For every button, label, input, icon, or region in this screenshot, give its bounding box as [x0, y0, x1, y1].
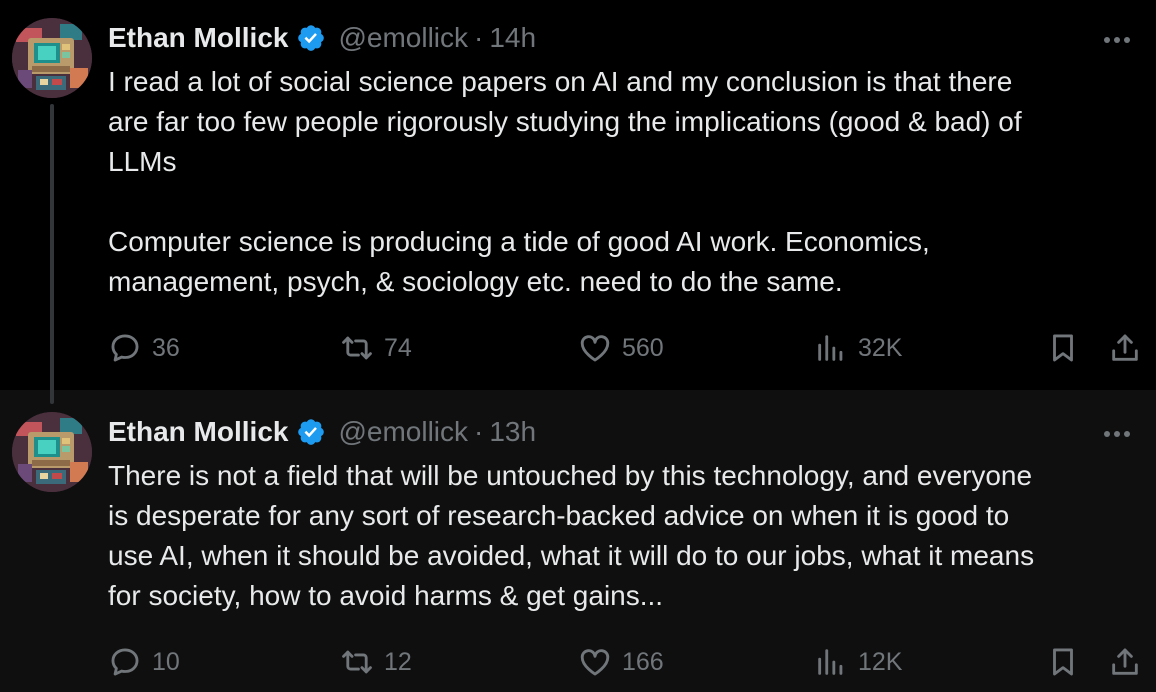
views-button[interactable]: 32K: [814, 328, 902, 368]
tweet[interactable]: Ethan Mollick @emollick · 14h I read a l…: [0, 0, 1156, 390]
reply-count: 36: [152, 333, 180, 362]
bookmark-icon: [1053, 648, 1073, 676]
tweet-text: There is not a field that will be untouc…: [108, 460, 1035, 611]
action-bar: 36 74 560 32K: [0, 328, 1156, 368]
bookmark-button[interactable]: [1046, 642, 1080, 682]
verified-badge-icon: [298, 25, 325, 51]
reply-icon: [111, 648, 139, 676]
separator-dot: ·: [474, 416, 484, 447]
like-button[interactable]: 166: [578, 642, 664, 682]
views-button[interactable]: 12K: [814, 642, 902, 682]
bookmark-icon: [1053, 334, 1073, 362]
heart-icon: [580, 335, 610, 362]
views-count: 12K: [858, 647, 903, 676]
retweet-icon: [342, 336, 372, 360]
tweet-header: Ethan Mollick @emollick · 14h: [108, 20, 536, 56]
like-count: 166: [622, 647, 664, 676]
share-icon: [1112, 334, 1138, 361]
reply-icon: [111, 334, 139, 362]
avatar[interactable]: [12, 412, 92, 492]
retweet-button[interactable]: 74: [340, 328, 412, 368]
more-icon[interactable]: [1100, 30, 1134, 50]
author-handle[interactable]: @emollick: [338, 416, 468, 448]
pixel-art-device-avatar-icon: [12, 412, 92, 492]
reply-button[interactable]: 36: [108, 328, 180, 368]
retweet-button[interactable]: 12: [340, 642, 412, 682]
timestamp[interactable]: 14h: [489, 22, 536, 54]
tweet-thread: Ethan Mollick @emollick · 14h I read a l…: [0, 0, 1156, 692]
tweet[interactable]: Ethan Mollick @emollick · 13h There is n…: [0, 390, 1156, 692]
views-icon: [818, 335, 843, 361]
tweet-header: Ethan Mollick @emollick · 13h: [108, 414, 536, 450]
share-button[interactable]: [1108, 328, 1142, 368]
separator-dot: ·: [474, 22, 484, 53]
reply-button[interactable]: 10: [108, 642, 180, 682]
views-icon: [818, 649, 843, 675]
author-handle[interactable]: @emollick: [338, 22, 468, 54]
views-count: 32K: [858, 333, 903, 362]
verified-badge-icon: [298, 419, 325, 445]
timestamp[interactable]: 13h: [489, 416, 536, 448]
bookmark-button[interactable]: [1046, 328, 1080, 368]
retweet-icon: [342, 650, 372, 674]
more-icon[interactable]: [1100, 424, 1134, 444]
thread-connector-line: [50, 104, 54, 404]
retweet-count: 12: [384, 647, 412, 676]
heart-icon: [580, 649, 610, 676]
like-button[interactable]: 560: [578, 328, 664, 368]
retweet-count: 74: [384, 333, 412, 362]
action-bar: 10 12 166 12K: [0, 642, 1156, 682]
tweet-text: I read a lot of social science papers on…: [108, 66, 1022, 297]
reply-count: 10: [152, 647, 180, 676]
like-count: 560: [622, 333, 664, 362]
share-icon: [1112, 648, 1138, 675]
author-name[interactable]: Ethan Mollick: [108, 416, 288, 448]
avatar[interactable]: [12, 18, 92, 98]
author-name[interactable]: Ethan Mollick: [108, 22, 288, 54]
pixel-art-device-avatar-icon: [12, 18, 92, 98]
share-button[interactable]: [1108, 642, 1142, 682]
